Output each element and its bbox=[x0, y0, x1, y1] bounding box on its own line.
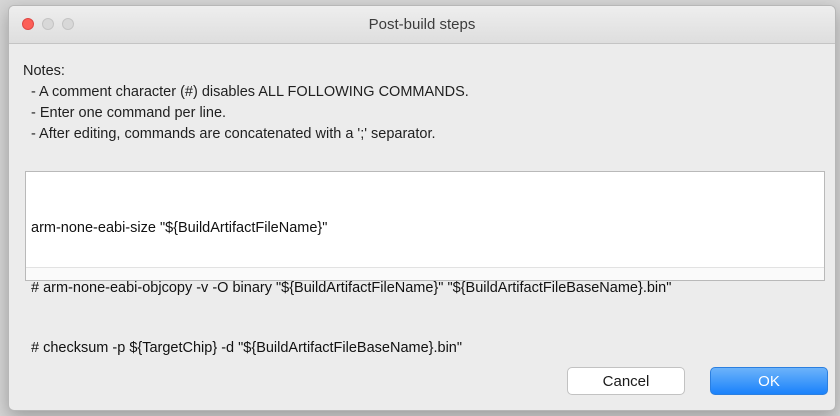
command-lines[interactable]: arm-none-eabi-size "${BuildArtifactFileN… bbox=[26, 172, 824, 398]
post-build-steps-dialog: Post-build steps Notes: - A comment char… bbox=[8, 5, 836, 411]
command-line[interactable]: # arm-none-eabi-objcopy -v -O binary "${… bbox=[31, 278, 824, 298]
title-bar[interactable]: Post-build steps bbox=[9, 6, 835, 44]
notes-heading: Notes: bbox=[23, 63, 65, 79]
dialog-title: Post-build steps bbox=[368, 16, 476, 33]
commands-textarea[interactable]: arm-none-eabi-size "${BuildArtifactFileN… bbox=[25, 171, 825, 356]
notes-section: Notes: - A comment character (#) disable… bbox=[23, 61, 469, 145]
note-item: - After editing, commands are concatenat… bbox=[31, 126, 436, 142]
note-item: - Enter one command per line. bbox=[31, 105, 227, 121]
cancel-button[interactable]: Cancel bbox=[567, 367, 685, 395]
command-line[interactable]: arm-none-eabi-size "${BuildArtifactFileN… bbox=[31, 218, 824, 238]
note-item: - A comment character (#) disables ALL F… bbox=[31, 84, 469, 100]
command-line[interactable]: # checksum -p ${TargetChip} -d "${BuildA… bbox=[31, 338, 824, 358]
horizontal-scrollbar[interactable] bbox=[26, 267, 824, 280]
ok-button[interactable]: OK bbox=[710, 367, 828, 395]
